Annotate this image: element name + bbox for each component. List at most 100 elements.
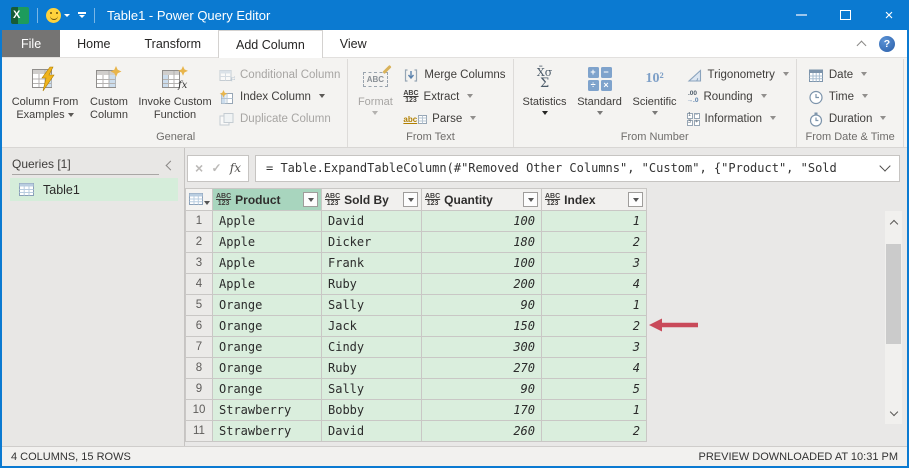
scrollbar-thumb[interactable] (886, 244, 901, 344)
duration-button[interactable]: Duration (804, 109, 890, 129)
row-number[interactable]: 8 (186, 358, 213, 379)
window-title: Table1 - Power Query Editor (107, 8, 775, 23)
minimize-button[interactable] (783, 0, 819, 30)
column-header-product[interactable]: ABC123 Product (213, 189, 322, 211)
time-button[interactable]: Time (804, 87, 890, 107)
row-number[interactable]: 6 (186, 316, 213, 337)
group-label-from-text: From Text (351, 130, 509, 147)
conditional-column-button: ⇄ Conditional Column (215, 65, 344, 85)
date-calendar-icon (808, 68, 824, 83)
svg-text:⇄: ⇄ (230, 74, 235, 83)
row-number[interactable]: 11 (186, 421, 213, 442)
scroll-up-button[interactable] (885, 211, 902, 233)
row-number[interactable]: 2 (186, 232, 213, 253)
parse-button[interactable]: abc Parse (399, 109, 509, 129)
formula-buttons: × ✓ fx (187, 155, 249, 182)
dropdown-caret-icon (652, 111, 658, 115)
vertical-scrollbar[interactable] (885, 211, 902, 424)
information-button[interactable]: 1 − 3 + Information (683, 109, 793, 129)
column-header-quantity[interactable]: ABC123 Quantity (422, 189, 542, 211)
maximize-button[interactable] (827, 0, 863, 30)
collapse-ribbon-icon[interactable] (857, 40, 867, 50)
dropdown-caret-icon (880, 116, 886, 120)
maximize-icon (840, 10, 851, 20)
index-column-icon (219, 90, 235, 105)
fx-icon[interactable]: fx (230, 162, 241, 174)
index-column-button[interactable]: Index Column (215, 87, 344, 107)
expand-formula-bar-icon[interactable] (879, 160, 890, 171)
content-area: Queries [1] Table1 × ✓ fx (2, 148, 907, 446)
smiley-caret-icon (64, 14, 70, 17)
row-number[interactable]: 1 (186, 211, 213, 232)
tab-transform[interactable]: Transform (128, 30, 219, 57)
dropdown-caret-icon (68, 113, 74, 117)
filter-button-sold-by[interactable] (403, 192, 418, 207)
column-header-sold-by[interactable]: ABC123 Sold By (322, 189, 422, 211)
select-all-corner-cell[interactable] (186, 189, 213, 211)
extract-button[interactable]: ABC 123 Extract (399, 87, 509, 107)
minimize-icon (796, 14, 807, 16)
text-type-icon: ABC123 (216, 193, 231, 207)
dropdown-caret-icon (372, 111, 378, 115)
format-button: ABC Format (351, 60, 399, 130)
scroll-down-button[interactable] (885, 402, 902, 424)
rounding-button[interactable]: .00 →.0 Rounding (683, 87, 793, 107)
scientific-button[interactable]: 10² Scientific (627, 60, 683, 130)
date-button[interactable]: Date (804, 65, 890, 85)
power-query-editor-window: X Table1 - Power Query Editor × File Hom… (0, 0, 909, 468)
column-from-examples-button[interactable]: Column From Examples (7, 60, 83, 130)
dropdown-caret-icon (597, 111, 603, 115)
smiley-icon (46, 8, 61, 23)
query-item-label: Table1 (43, 183, 80, 197)
statistics-icon: X̄σ Σ (530, 64, 560, 94)
help-icon[interactable]: ? (879, 36, 895, 52)
filter-button-quantity[interactable] (523, 192, 538, 207)
quick-access-toolbar-dropdown[interactable] (78, 12, 86, 18)
table-lightning-icon (30, 64, 60, 94)
filter-button-product[interactable] (303, 192, 318, 207)
row-number[interactable]: 10 (186, 400, 213, 421)
query-item-table1[interactable]: Table1 (10, 178, 178, 201)
custom-column-button[interactable]: Custom Column (83, 60, 135, 130)
column-header-index[interactable]: ABC123 Index (542, 189, 647, 211)
dropdown-caret-icon (862, 94, 868, 98)
tab-view[interactable]: View (323, 30, 384, 57)
cancel-formula-icon: × (195, 161, 203, 175)
qat-bar-icon (78, 12, 86, 14)
conditional-column-icon: ⇄ (219, 68, 235, 83)
annotation-arrow-icon (649, 318, 699, 337)
table-row: 4 Apple Ruby 200 4 (186, 274, 647, 295)
close-button[interactable]: × (871, 0, 907, 30)
row-number[interactable]: 9 (186, 379, 213, 400)
feedback-smiley-button[interactable] (46, 8, 70, 23)
row-number[interactable]: 7 (186, 337, 213, 358)
time-clock-icon (808, 90, 824, 105)
filter-button-index[interactable] (628, 192, 643, 207)
trigonometry-button[interactable]: Trigonometry (683, 65, 793, 85)
text-type-icon: ABC123 (325, 193, 340, 207)
status-columns-rows: 4 COLUMNS, 15 ROWS (11, 451, 131, 463)
collapse-pane-icon[interactable] (166, 160, 176, 170)
tab-home[interactable]: Home (60, 30, 127, 57)
ribbon-group-from-date-time: Date Time (797, 59, 904, 147)
duration-stopwatch-icon (808, 112, 824, 127)
statistics-button[interactable]: X̄σ Σ Statistics (517, 60, 573, 130)
invoke-custom-function-button[interactable]: fx Invoke Custom Function (135, 60, 215, 130)
titlebar-divider (37, 8, 38, 23)
row-number[interactable]: 3 (186, 253, 213, 274)
merge-columns-button[interactable]: Merge Columns (399, 65, 509, 85)
row-number[interactable]: 4 (186, 274, 213, 295)
table-menu-caret-icon (204, 201, 210, 205)
tab-add-column[interactable]: Add Column (218, 30, 323, 58)
text-type-icon: ABC123 (425, 193, 440, 207)
duplicate-column-icon (219, 112, 235, 127)
scientific-icon: 10² (640, 64, 670, 94)
row-number[interactable]: 5 (186, 295, 213, 316)
tab-file[interactable]: File (2, 30, 60, 57)
group-label-from-number: From Number (517, 130, 793, 147)
excel-app-icon[interactable]: X (11, 7, 29, 24)
dropdown-caret-icon (783, 72, 789, 76)
formula-input[interactable]: = Table.ExpandTableColumn(#"Removed Othe… (255, 155, 900, 182)
standard-button[interactable]: + − ÷ × Standard (573, 60, 627, 130)
editor-pane: × ✓ fx = Table.ExpandTableColumn(#"Remov… (185, 148, 907, 446)
